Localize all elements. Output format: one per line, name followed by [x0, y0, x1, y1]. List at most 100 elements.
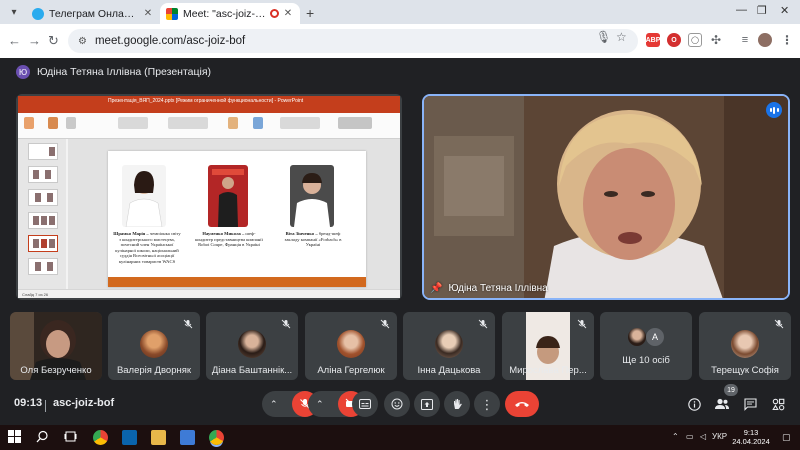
windows-start-icon[interactable] — [8, 430, 23, 445]
search-icon[interactable] — [36, 430, 51, 445]
window-close-icon[interactable]: ✕ — [780, 4, 789, 17]
screen-share-tile[interactable]: Презентація_ВЯП_2024.pptx [Режим огранич… — [16, 94, 402, 300]
raise-hand-button[interactable] — [444, 391, 470, 417]
tab-strip: ▾ Телеграм Онлайн (неофіційн ✕ Meet: "as… — [0, 0, 800, 24]
participant-tile[interactable]: Валерія Дворняк — [108, 312, 200, 380]
network-icon[interactable]: ▭ — [686, 432, 694, 441]
participant-avatar — [337, 330, 365, 358]
meet-window: Ю Юдіна Тетяна Іллівна (Презентація) Пре… — [0, 58, 800, 425]
volume-icon[interactable]: ◁ — [700, 432, 706, 441]
meeting-code: asc-joiz-bof — [53, 397, 115, 409]
tab-telegram[interactable]: Телеграм Онлайн (неофіційн ✕ — [26, 3, 160, 24]
tab-meet[interactable]: Meet: "asc-joiz-bof" ✕ — [160, 3, 300, 24]
system-clock[interactable]: 9:13 24.04.2024 — [731, 428, 771, 446]
reading-list-icon[interactable]: ≡ — [738, 33, 752, 47]
chrome-taskbar-icon[interactable] — [93, 430, 108, 445]
camera-options-chevron-icon[interactable]: ⌃ — [316, 399, 324, 410]
chrome-active-taskbar-icon[interactable] — [209, 430, 224, 445]
minimize-icon[interactable]: — — [736, 4, 747, 16]
raise-hand-icon — [453, 399, 462, 409]
activities-icon[interactable] — [770, 396, 786, 412]
browser-toolbar: ← → ↻ ⚙ meet.google.com/asc-joiz-bof 🎙 ☆… — [0, 24, 800, 58]
close-icon[interactable]: ✕ — [282, 8, 294, 19]
restore-icon[interactable]: ❐ — [757, 4, 767, 17]
participant-tile[interactable]: Мирослава Пер... — [502, 312, 594, 380]
participant-tile[interactable]: Інна Дацькова — [403, 312, 495, 380]
reactions-button[interactable] — [384, 391, 410, 417]
tab-search-icon[interactable]: ▾ — [6, 4, 22, 20]
more-options-button[interactable]: ⋮ — [474, 391, 500, 417]
tab-title: Телеграм Онлайн (неофіційн — [49, 7, 139, 20]
mic-muted-icon — [182, 318, 194, 330]
mic-muted-icon — [280, 318, 292, 330]
meet-icon — [166, 7, 178, 20]
meeting-info-icon[interactable] — [686, 396, 702, 412]
participant-avatar — [435, 330, 463, 358]
leave-call-button[interactable] — [505, 391, 539, 417]
task-view-icon[interactable] — [64, 430, 79, 445]
tray-chevron-icon[interactable]: ⌃ — [672, 432, 679, 441]
reload-icon[interactable]: ↻ — [48, 33, 59, 49]
close-icon[interactable]: ✕ — [142, 8, 154, 19]
captions-button[interactable] — [352, 391, 378, 417]
participant-tile[interactable]: Терещук Софія — [699, 312, 791, 380]
pin-icon[interactable]: 📌 — [430, 283, 442, 294]
participant-tile[interactable]: Оля Безрученко — [10, 312, 102, 380]
participant-avatar — [140, 330, 168, 358]
presenter-label: Юдіна Тетяна Іллівна (Презентація) — [37, 66, 212, 78]
slide-caption-3: Віта Зінченко – бренд-шеф закладу компан… — [284, 231, 342, 248]
powerpoint-window: Презентація_ВЯП_2024.pptx [Режим огранич… — [18, 96, 400, 298]
participant-name: Оля Безрученко — [20, 365, 92, 376]
participant-name: Мирослава Пер... — [509, 365, 587, 376]
more-avatar-photo — [628, 328, 646, 346]
forward-icon[interactable]: → — [28, 33, 41, 48]
address-bar[interactable]: ⚙ meet.google.com/asc-joiz-bof — [68, 29, 638, 53]
presenter-bar: Ю Юдіна Тетяна Іллівна (Презентація) — [16, 64, 211, 80]
more-participants-tile[interactable]: А Ще 10 осіб — [600, 312, 692, 380]
site-info-icon[interactable]: ⚙ — [78, 36, 87, 47]
extension-opera-icon[interactable]: O — [667, 33, 681, 47]
back-icon[interactable]: ← — [8, 33, 21, 48]
chat-icon[interactable] — [742, 396, 758, 412]
more-avatar-initial: А — [646, 328, 664, 346]
more-participants-label: Ще 10 осіб — [622, 355, 670, 366]
profile-avatar-icon[interactable] — [758, 33, 772, 47]
app-taskbar-icon[interactable] — [180, 430, 195, 445]
system-time: 9:13 — [743, 428, 759, 437]
browser-chrome: ▾ Телеграм Онлайн (неофіційн ✕ Meet: "as… — [0, 0, 800, 58]
new-tab-icon[interactable]: + — [306, 5, 314, 21]
microphone-icon[interactable]: 🎙 — [596, 30, 611, 44]
speaking-indicator-icon — [766, 102, 782, 118]
extension-adblock-icon[interactable]: ABP — [646, 33, 660, 47]
main-speaker-video[interactable]: 📌 Юдіна Тетяна Іллівна — [422, 94, 790, 300]
telegram-icon — [32, 7, 44, 20]
file-explorer-icon[interactable] — [151, 430, 166, 445]
input-language[interactable]: УКР — [712, 432, 727, 441]
participant-tile[interactable]: Аліна Гергелюк — [305, 312, 397, 380]
people-icon[interactable] — [714, 396, 730, 412]
emoji-icon — [391, 398, 403, 410]
present-screen-icon — [421, 398, 433, 410]
browser-menu-icon[interactable]: ⋮ — [780, 33, 794, 47]
extensions-puzzle-icon[interactable]: ✣ — [709, 33, 723, 47]
slide-caption-2: Науменко Микола – шеф-кондитер представн… — [195, 231, 263, 248]
bookmark-star-icon[interactable]: ☆ — [616, 30, 627, 44]
ppt-statusbar: Слайд 7 из 26 — [18, 289, 400, 298]
mic-muted-icon — [477, 318, 489, 330]
ppt-ribbon-tabs — [18, 106, 400, 113]
meeting-controls: 09:13 asc-joiz-bof ⌃ ⌃ ⋮ — [0, 388, 800, 422]
people-count-badge: 19 — [724, 384, 738, 396]
speaker-video-frame — [424, 96, 788, 298]
mic-options-chevron-icon[interactable]: ⌃ — [270, 399, 278, 410]
outlook-taskbar-icon[interactable] — [122, 430, 137, 445]
participant-tile[interactable]: Діана Баштаннік... — [206, 312, 298, 380]
windows-taskbar: ⌃ ▭ ◁ УКР 9:13 24.04.2024 ▢ — [0, 425, 800, 450]
captions-icon — [359, 399, 371, 409]
participant-strip: Оля Безрученко Валерія Дворняк Діана Баш… — [0, 312, 800, 380]
present-button[interactable] — [414, 391, 440, 417]
participant-name: Інна Дацькова — [417, 365, 481, 376]
mic-muted-icon — [773, 318, 785, 330]
extension-shield-icon[interactable]: ◯ — [688, 33, 702, 47]
notifications-icon[interactable]: ▢ — [782, 432, 791, 443]
main-speaker-name: Юдіна Тетяна Іллівна — [448, 283, 548, 294]
